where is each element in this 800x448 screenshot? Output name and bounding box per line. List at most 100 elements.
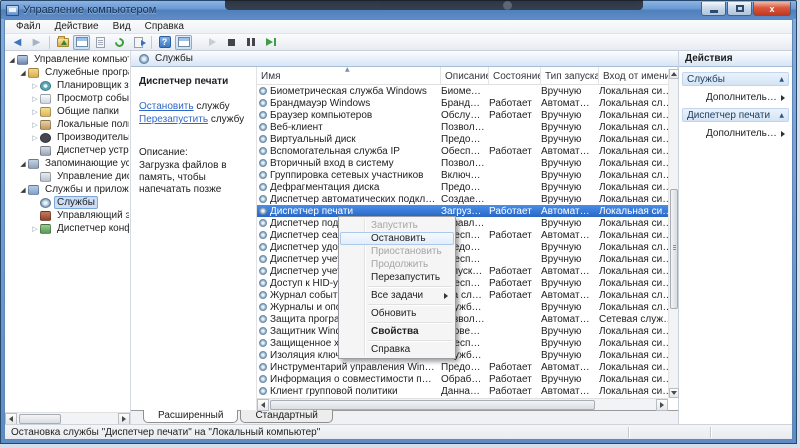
twisty-icon[interactable] bbox=[30, 80, 40, 91]
context-menu-item[interactable]: Свойства bbox=[340, 325, 454, 338]
context-menu-item[interactable]: Продолжить bbox=[340, 258, 454, 271]
column-header-logon-as[interactable]: Вход от имени bbox=[599, 67, 678, 84]
scroll-left-icon[interactable] bbox=[5, 413, 17, 425]
tree-item[interactable]: Запоминающие устройства bbox=[5, 157, 130, 170]
table-row[interactable]: Браузер компьютеров Обслуживает список к… bbox=[257, 109, 678, 121]
toolbar-button[interactable] bbox=[261, 35, 278, 50]
table-row[interactable]: Диспетчер сеансов диспетчера окон рабоче… bbox=[257, 229, 678, 241]
twisty-icon[interactable] bbox=[30, 106, 40, 117]
table-row[interactable]: Клиент групповой политики Данная служба … bbox=[257, 385, 678, 397]
twisty-icon[interactable] bbox=[30, 93, 40, 104]
tree-item[interactable]: Диспетчер устройств bbox=[5, 144, 130, 157]
context-menu-item[interactable] bbox=[368, 304, 452, 305]
twisty-icon[interactable] bbox=[18, 184, 28, 195]
scroll-thumb[interactable] bbox=[19, 414, 61, 424]
column-header-state[interactable]: Состояние bbox=[489, 67, 541, 84]
table-row[interactable]: Диспетчер учетных данных Обеспечивает за… bbox=[257, 253, 678, 265]
scroll-up-icon[interactable] bbox=[669, 69, 679, 79]
table-row[interactable]: Вторичный вход в систему Позволяет запус… bbox=[257, 157, 678, 169]
table-row[interactable]: Защита программного обеспечения Позволяе… bbox=[257, 313, 678, 325]
context-menu-item[interactable]: Справка bbox=[340, 343, 454, 356]
column-header-description[interactable]: Описание bbox=[441, 67, 489, 84]
twisty-icon[interactable] bbox=[30, 119, 40, 130]
view-tab[interactable]: Стандартный bbox=[240, 410, 332, 423]
tree-item[interactable]: Локальные пользователи и группы bbox=[5, 118, 130, 131]
tree-item[interactable]: Служебные программы bbox=[5, 66, 130, 79]
maximize-icon[interactable] bbox=[727, 2, 752, 16]
table-row[interactable]: Защитник Windows Проверяет компьютер на … bbox=[257, 325, 678, 337]
twisty-icon[interactable] bbox=[7, 54, 17, 65]
service-action-link[interactable]: Остановить bbox=[139, 101, 194, 112]
scroll-thumb[interactable] bbox=[670, 189, 678, 309]
table-row[interactable]: Брандмауэр Windows Брандмауэр Windows по… bbox=[257, 97, 678, 109]
table-row[interactable]: Вспомогательная служба IP Обеспечивает в… bbox=[257, 145, 678, 157]
list-vertical-scrollbar[interactable] bbox=[668, 69, 678, 398]
table-row[interactable]: Диспетчер автоматических подключений уда… bbox=[257, 193, 678, 205]
tree-item[interactable]: Управление компьютером (локальным) bbox=[5, 53, 130, 66]
toolbar-button[interactable] bbox=[54, 35, 71, 50]
table-row[interactable]: Информация о совместимости приложений Об… bbox=[257, 373, 678, 385]
context-menu-item[interactable] bbox=[368, 322, 452, 323]
context-menu-item[interactable]: Все задачи bbox=[340, 289, 454, 302]
table-row[interactable]: Журналы и оповещения производительности … bbox=[257, 301, 678, 313]
toolbar-button[interactable] bbox=[73, 35, 90, 50]
actions-row[interactable]: Диспетчер печати bbox=[682, 108, 789, 122]
menu-item[interactable]: Вид bbox=[106, 20, 138, 34]
minimize-icon[interactable] bbox=[701, 2, 726, 16]
context-menu-item[interactable] bbox=[368, 286, 452, 287]
list-horizontal-scrollbar[interactable] bbox=[257, 398, 668, 410]
table-row[interactable]: Диспетчер подключений удаленного доступа… bbox=[257, 217, 678, 229]
context-menu-item[interactable]: Перезапустить bbox=[340, 271, 454, 284]
tree-item[interactable]: Производительность bbox=[5, 131, 130, 144]
table-row[interactable]: Диспетчер удостоверения сетевых участник… bbox=[257, 241, 678, 253]
twisty-icon[interactable] bbox=[30, 132, 40, 143]
service-action-link[interactable]: Перезапустить bbox=[139, 114, 208, 125]
table-row[interactable]: Инструментарий управления Windows Предос… bbox=[257, 361, 678, 373]
scroll-track[interactable] bbox=[669, 79, 678, 388]
tree-item[interactable]: Управление дисками bbox=[5, 170, 130, 183]
toolbar-button[interactable] bbox=[28, 35, 45, 50]
table-row[interactable]: Журнал событий Windows Эта служба управл… bbox=[257, 289, 678, 301]
toolbar-button[interactable] bbox=[92, 35, 109, 50]
table-row[interactable]: Изоляция ключей CNG Служба изоляции ключ… bbox=[257, 349, 678, 361]
toolbar-button[interactable] bbox=[242, 35, 259, 50]
table-row[interactable]: Виртуальный диск Предоставление служб уп… bbox=[257, 133, 678, 145]
table-row[interactable]: Дефрагментация диска Предоставляет возмо… bbox=[257, 181, 678, 193]
column-header-startup-type[interactable]: Тип запуска bbox=[541, 67, 599, 84]
table-row[interactable]: Биометрическая служба Windows Биометриче… bbox=[257, 85, 678, 97]
scroll-track[interactable] bbox=[269, 399, 656, 411]
twisty-icon[interactable] bbox=[18, 158, 28, 169]
scroll-right-icon[interactable] bbox=[656, 399, 668, 411]
table-row[interactable]: Диспетчер учетных записей безопасности З… bbox=[257, 265, 678, 277]
toolbar-button[interactable] bbox=[151, 36, 152, 49]
close-icon[interactable]: x bbox=[753, 2, 791, 16]
menu-item[interactable]: Справка bbox=[138, 20, 191, 34]
actions-row[interactable]: Дополнительные действия bbox=[682, 90, 789, 105]
table-row[interactable]: Группировка сетевых участников Включает … bbox=[257, 169, 678, 181]
toolbar-button[interactable] bbox=[49, 36, 50, 49]
tree-item[interactable]: Диспетчер конфигурации bbox=[5, 222, 130, 235]
context-menu-item[interactable]: Обновить bbox=[340, 307, 454, 320]
toolbar-button[interactable] bbox=[111, 35, 128, 50]
column-header-name[interactable]: Имя▲ bbox=[257, 67, 441, 84]
scroll-down-icon[interactable] bbox=[669, 388, 679, 398]
tree-item[interactable]: Управляющий элемент WMI bbox=[5, 209, 130, 222]
tree-item[interactable]: Планировщик заданий bbox=[5, 79, 130, 92]
tree-item[interactable]: Службы bbox=[5, 196, 130, 209]
toolbar-button[interactable] bbox=[223, 35, 240, 50]
toolbar-button[interactable] bbox=[156, 35, 173, 50]
context-menu-item[interactable]: Запустить bbox=[340, 219, 454, 232]
scroll-right-icon[interactable] bbox=[118, 413, 130, 425]
toolbar-button[interactable] bbox=[9, 35, 26, 50]
context-menu-item[interactable]: Приостановить bbox=[340, 245, 454, 258]
tree-item[interactable]: Службы и приложения bbox=[5, 183, 130, 196]
menu-item[interactable]: Действие bbox=[48, 20, 106, 34]
table-row[interactable]: Веб-клиент Позволяет программам Windows … bbox=[257, 121, 678, 133]
toolbar-button[interactable] bbox=[204, 35, 221, 50]
table-row[interactable]: Диспетчер печати Загрузка файлов в памят… bbox=[257, 205, 678, 217]
actions-row[interactable]: Службы bbox=[682, 72, 789, 86]
tree-horizontal-scrollbar[interactable] bbox=[5, 412, 130, 424]
menu-item[interactable]: Файл bbox=[9, 20, 48, 34]
twisty-icon[interactable] bbox=[18, 67, 28, 78]
toolbar-button[interactable] bbox=[194, 35, 202, 50]
